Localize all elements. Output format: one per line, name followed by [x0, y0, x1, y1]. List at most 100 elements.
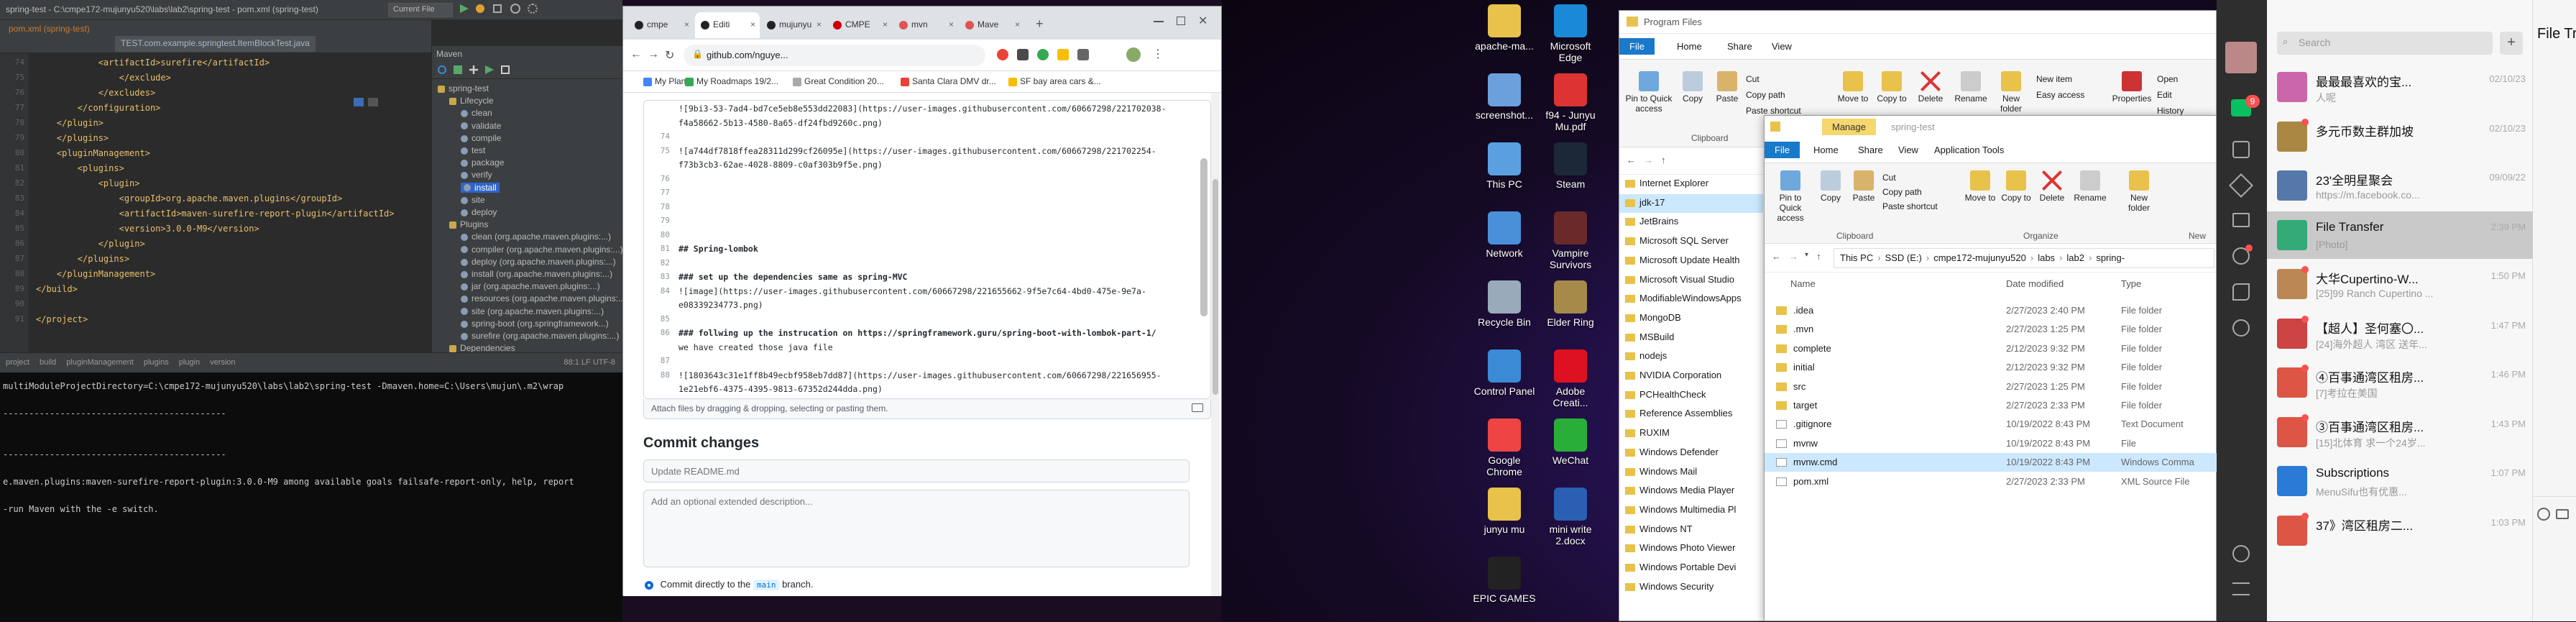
- code-line[interactable]: </build>: [36, 284, 78, 294]
- properties-button[interactable]: Properties: [2111, 71, 2153, 104]
- folder-row[interactable]: ModifiableWindowsApps: [1619, 290, 1763, 308]
- rename-button[interactable]: Rename: [1951, 71, 1990, 104]
- markdown-line[interactable]: f73b3cb3-62ae-4028-8809-c0af303b9f5e.png…: [678, 160, 883, 170]
- plus-icon[interactable]: [469, 65, 478, 74]
- paste-button[interactable]: Paste: [1711, 71, 1743, 104]
- tab-home[interactable]: Home: [1677, 41, 1702, 52]
- attach-bar[interactable]: Attach files by dragging & dropping, sel…: [643, 399, 1211, 419]
- commit-direct-radio[interactable]: [645, 580, 653, 590]
- maven-tree-item[interactable]: surefire (org.apache.maven.plugins:...): [461, 331, 619, 341]
- chat-list-item[interactable]: 【超人】圣何塞〇... [24]海外超人 湾区 送年... 1:47 PM: [2267, 310, 2533, 357]
- tab-close-icon[interactable]: ×: [684, 19, 689, 29]
- maven-tree-item[interactable]: install: [461, 182, 500, 193]
- code-line[interactable]: </pluginManagement>: [36, 269, 155, 279]
- extension-icon[interactable]: [1037, 49, 1049, 60]
- desktop-icon[interactable]: EPIC GAMES: [1472, 557, 1537, 604]
- back-icon[interactable]: ←: [1772, 251, 1781, 262]
- code-line[interactable]: <artifactId>surefire</artifactId>: [36, 58, 270, 68]
- delete-button[interactable]: Delete: [1913, 71, 1949, 104]
- stop-icon[interactable]: [493, 4, 502, 13]
- copy-button[interactable]: Copy: [1677, 71, 1708, 104]
- markdown-line[interactable]: ![9bi3-53-7ad4-bd7ce5eb8e553dd22083](htt…: [678, 104, 1167, 114]
- file-row[interactable]: pom.xml 2/27/2023 2:33 PM XML Source File: [1765, 472, 2217, 491]
- breadcrumb-item[interactable]: plugin: [179, 358, 200, 367]
- debug-icon[interactable]: [476, 4, 484, 13]
- code-line[interactable]: <version>3.0.0-M9</version>: [36, 224, 259, 234]
- breadcrumb-item[interactable]: SSD (E:): [1885, 252, 1922, 263]
- settings-icon[interactable]: [528, 4, 538, 14]
- markdown-line[interactable]: ## Spring-lombok: [678, 244, 758, 254]
- tab-itemblocktest[interactable]: TEST.com.example.springtest.ItemBlockTes…: [115, 36, 316, 52]
- menu-icon[interactable]: ⋮: [1152, 47, 1164, 61]
- tab-home[interactable]: Home: [1813, 145, 1839, 155]
- breadcrumb-item[interactable]: cmpe172-mujunyu520: [1933, 252, 2026, 263]
- edit-button[interactable]: Edit: [2157, 87, 2184, 103]
- tab-share[interactable]: Share: [1727, 41, 1752, 52]
- breadcrumb-item[interactable]: build: [40, 358, 56, 367]
- breadcrumb-item[interactable]: version: [210, 358, 235, 367]
- chat-list-item[interactable]: 37》湾区租房二... 1:03 PM: [2267, 507, 2533, 554]
- file-row[interactable]: .gitignore 10/19/2022 8:43 PM Text Documen…: [1765, 415, 2217, 434]
- desktop-icon[interactable]: apache-ma...: [1472, 4, 1537, 52]
- address-breadcrumb[interactable]: This PC › SSD (E:) › cmpe172-mujunyu520 › labs…: [1834, 248, 2214, 268]
- col-name[interactable]: Name: [1790, 278, 1816, 289]
- copy-to-button[interactable]: Copy to: [1874, 71, 1910, 104]
- mini-programs-icon[interactable]: [2232, 545, 2250, 562]
- folder-row[interactable]: Microsoft Visual Studio: [1619, 271, 1763, 290]
- maven-tree-item[interactable]: clean: [461, 108, 492, 118]
- add-project-icon[interactable]: [454, 65, 462, 74]
- folder-icon[interactable]: [2556, 509, 2569, 519]
- maven-tree-item[interactable]: site: [461, 195, 485, 205]
- maven-tree-item[interactable]: Plugins: [449, 219, 488, 229]
- tab-view[interactable]: View: [1772, 41, 1792, 52]
- desktop-icon[interactable]: Vampire Survivors: [1538, 211, 1603, 270]
- maven-tree-item[interactable]: jar (org.apache.maven.plugins:...): [461, 281, 600, 291]
- scrollbar-thumb[interactable]: [1213, 179, 1218, 395]
- browser-tab[interactable]: Editi ×: [695, 12, 760, 38]
- forward-icon[interactable]: →: [1644, 155, 1653, 165]
- scrollbar[interactable]: [1200, 158, 1208, 316]
- tab-close-icon[interactable]: ×: [949, 19, 954, 29]
- puzzle-icon[interactable]: [1077, 49, 1089, 60]
- back-icon[interactable]: ←: [1627, 155, 1636, 165]
- tab-close-icon[interactable]: ×: [816, 19, 822, 29]
- back-icon[interactable]: ←: [630, 48, 642, 61]
- maven-tree-item[interactable]: compiler (org.apache.maven.plugins:...): [461, 244, 623, 255]
- favorites-icon[interactable]: [2229, 173, 2253, 198]
- code-line[interactable]: </plugins>: [36, 254, 129, 264]
- tab-file[interactable]: File: [1765, 142, 1800, 158]
- manage-tab[interactable]: Manage: [1822, 119, 1876, 135]
- file-row[interactable]: target 2/27/2023 2:33 PM File folder: [1765, 396, 2217, 415]
- chat-list-item[interactable]: 最最最喜欢的宝... 人呢 02/10/23: [2267, 63, 2533, 111]
- extension-icon[interactable]: [1057, 49, 1069, 60]
- desktop-icon[interactable]: Control Panel: [1472, 349, 1537, 397]
- maximize-button[interactable]: [1177, 17, 1185, 25]
- desktop-icon[interactable]: Google Chrome: [1472, 419, 1537, 477]
- bookmark-item[interactable]: Great Condition 20...: [793, 76, 884, 86]
- markdown-line[interactable]: ![image](https://user-images.githubuserc…: [678, 286, 1146, 296]
- search-input[interactable]: ⌕ Search: [2277, 32, 2493, 55]
- commit-description-input[interactable]: [643, 490, 1190, 567]
- chat-list-item[interactable]: 多元币数主群加坡 02/10/23: [2267, 113, 2533, 160]
- new-folder-button[interactable]: New folder: [1993, 71, 2029, 114]
- maven-tree-item[interactable]: spring-boot (org.springframework...): [461, 319, 609, 329]
- folder-row[interactable]: MongoDB: [1619, 309, 1763, 328]
- maven-tree-item[interactable]: clean (org.apache.maven.plugins:...): [461, 232, 611, 242]
- markdown-line[interactable]: e08339234773.png): [678, 300, 763, 310]
- desktop-icon[interactable]: WeChat: [1538, 419, 1603, 466]
- tab-close-icon[interactable]: ×: [1015, 19, 1020, 29]
- pin-quick-access-button[interactable]: Pin to Quick access: [1624, 71, 1674, 114]
- breadcrumb-item[interactable]: lab2: [2066, 252, 2084, 263]
- tab-view[interactable]: View: [1898, 145, 1918, 155]
- desktop-icon[interactable]: mini write 2.docx: [1538, 488, 1603, 546]
- hide-popup-icon[interactable]: [368, 98, 378, 106]
- maven-tree-item[interactable]: deploy (org.apache.maven.plugins:...): [461, 257, 616, 267]
- folder-row[interactable]: PCHealthCheck: [1619, 386, 1763, 405]
- folder-row[interactable]: Microsoft SQL Server: [1619, 232, 1763, 251]
- close-button[interactable]: ✕: [1198, 14, 1208, 28]
- code-line[interactable]: <plugin>: [36, 178, 140, 188]
- code-line[interactable]: </exclude>: [36, 73, 171, 83]
- copy-path-button[interactable]: Copy path: [1882, 185, 1938, 199]
- bookmark-item[interactable]: My Roadmaps 19/2...: [685, 76, 778, 86]
- terminal-window[interactable]: multiModuleProjectDirectory=C:\cmpe172-m…: [0, 372, 622, 621]
